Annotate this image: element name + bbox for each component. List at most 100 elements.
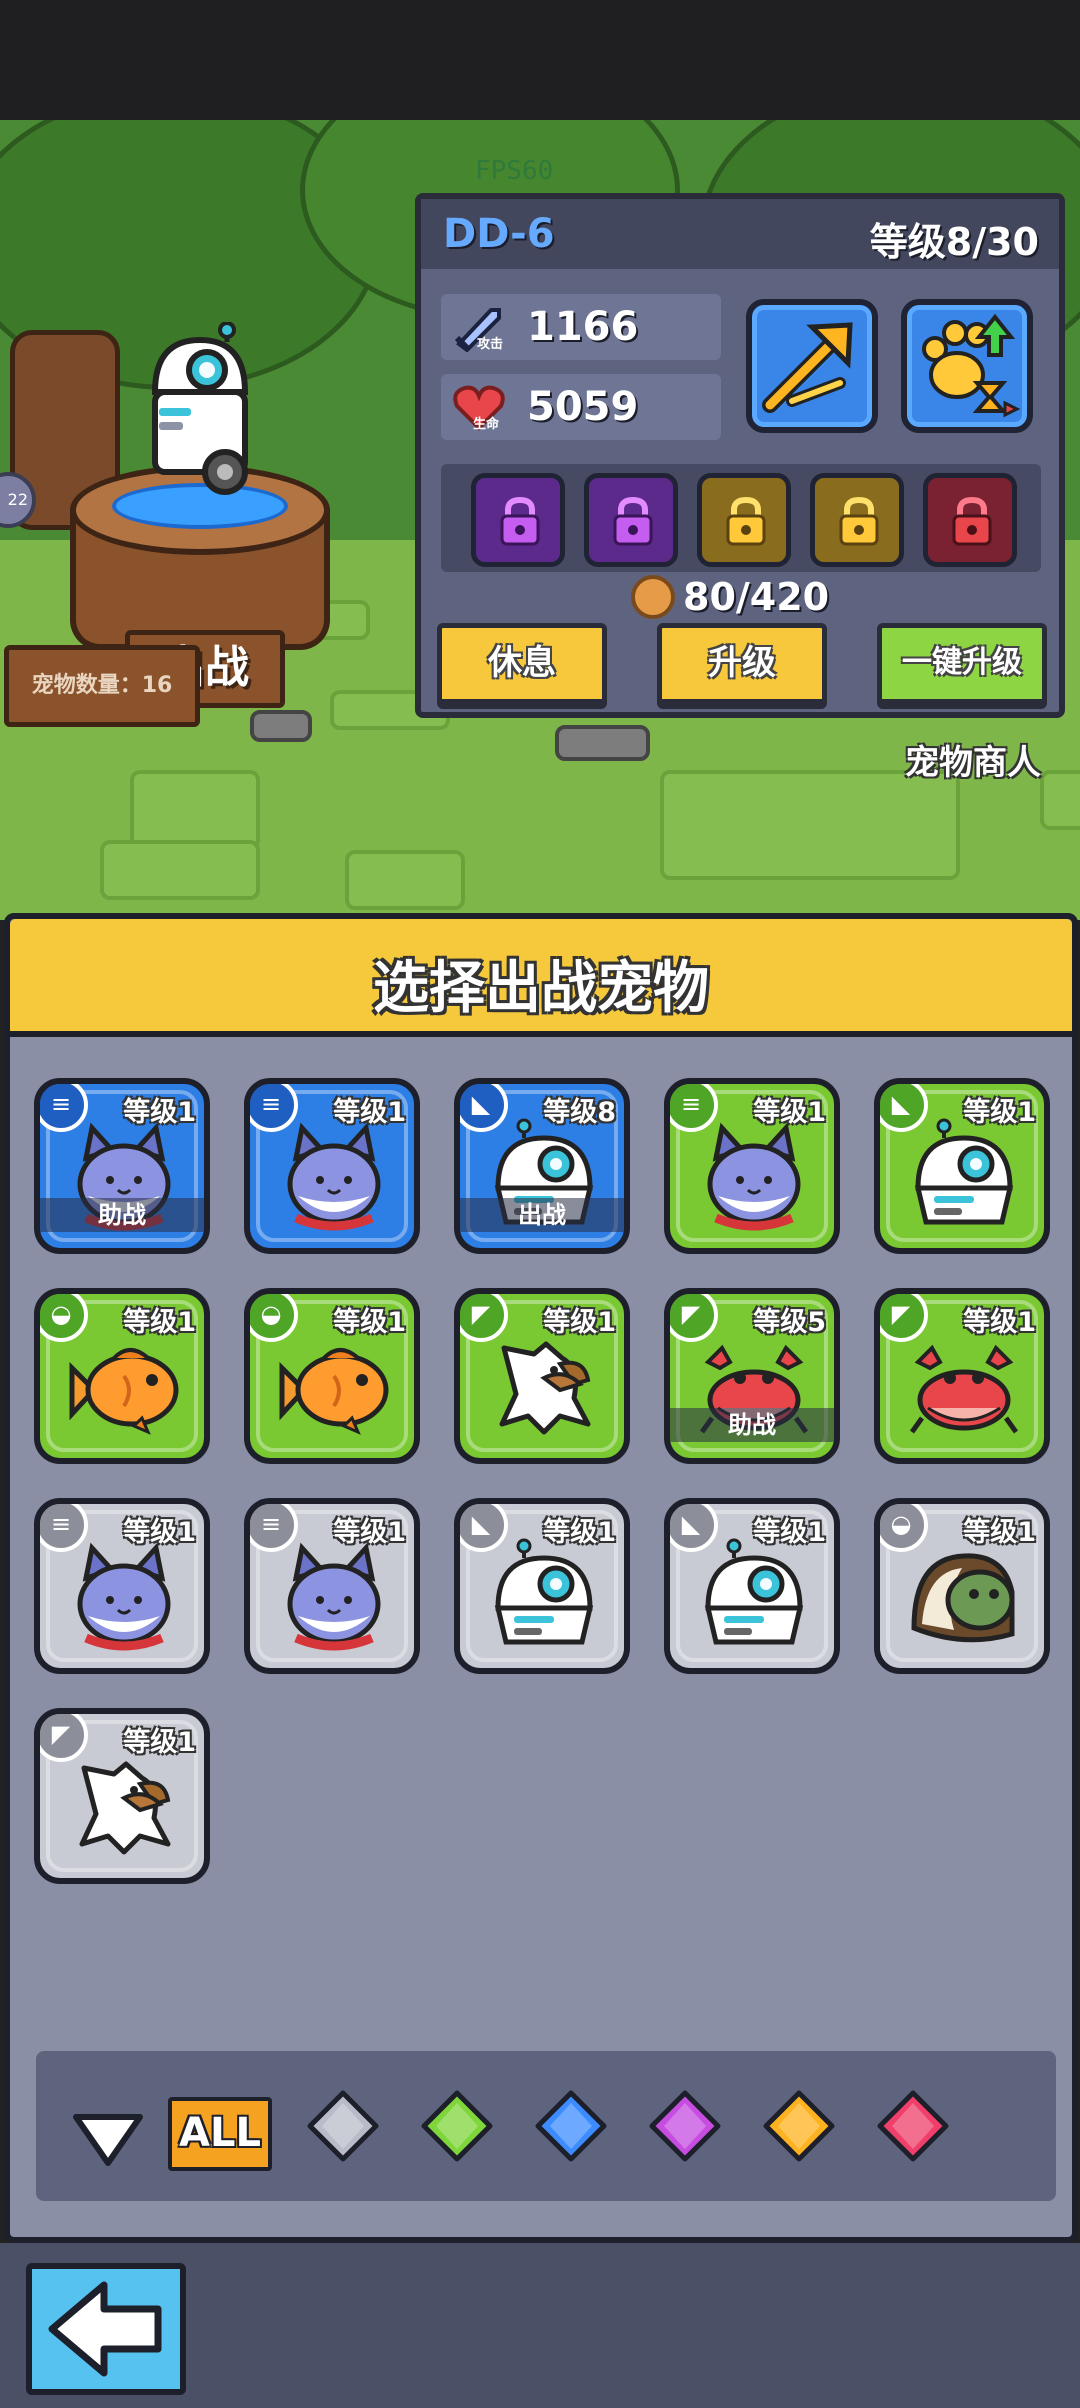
turtle-pet-icon — [904, 1538, 1024, 1658]
pet-card-level: 等级1 — [333, 1097, 406, 1128]
eagle-badge-icon: ◤ — [40, 1714, 88, 1762]
hp-value: 5059 — [527, 384, 639, 430]
pet-card[interactable]: ≡ 等级1 — [34, 1498, 210, 1674]
fps-counter: FPS60 — [475, 156, 554, 186]
pet-card[interactable]: ◒ 等级1 — [874, 1498, 1050, 1674]
pet-card-level: 等级1 — [123, 1097, 196, 1128]
crab-pet-icon — [904, 1328, 1024, 1448]
skill-slot-3[interactable] — [697, 473, 791, 567]
lock-icon — [952, 496, 992, 546]
coin-stack-badge-icon: ≡ — [250, 1084, 298, 1132]
skill-slot-1[interactable] — [471, 473, 565, 567]
robot-pet-icon[interactable] — [145, 322, 255, 502]
cat-pet-icon — [694, 1118, 814, 1238]
skill-slot-4[interactable] — [810, 473, 904, 567]
back-button[interactable] — [26, 2263, 186, 2395]
boost-button[interactable] — [746, 299, 878, 433]
pet-card-level: 等级1 — [963, 1097, 1036, 1128]
eagle-pet-icon — [484, 1328, 604, 1448]
rarity-gem-filter[interactable] — [420, 2089, 494, 2163]
pet-card-level: 等级1 — [753, 1517, 826, 1548]
paw-upgrade-icon — [922, 313, 1021, 418]
rarity-gem-filter[interactable] — [534, 2089, 608, 2163]
pet-card[interactable]: ◣ 等级1 — [664, 1498, 840, 1674]
status-bar — [0, 0, 1080, 120]
turtle-badge-icon: ◒ — [880, 1504, 928, 1552]
rarity-gem-filter[interactable] — [306, 2089, 380, 2163]
wolf-badge-icon: ◣ — [460, 1084, 508, 1132]
one-click-upgrade-button[interactable]: 一键升级 — [877, 623, 1047, 709]
eagle-badge-icon: ◤ — [670, 1294, 718, 1342]
pet-card[interactable]: ◒ 等级1 — [34, 1288, 210, 1464]
pet-card[interactable]: ◣ 等级8 出战 — [454, 1078, 630, 1254]
pet-card-level: 等级8 — [543, 1097, 616, 1128]
paw-upgrade-button[interactable] — [901, 299, 1033, 433]
pet-card[interactable]: ≡ 等级1 — [664, 1078, 840, 1254]
rock — [250, 710, 312, 742]
wolf-badge-icon: ◣ — [880, 1084, 928, 1132]
sword-icon: 攻击 — [454, 308, 503, 352]
lock-icon — [500, 496, 540, 546]
pet-card[interactable]: ≡ 等级1 — [244, 1498, 420, 1674]
pet-card[interactable]: ◣ 等级1 — [454, 1498, 630, 1674]
fish-pet-icon — [274, 1328, 394, 1448]
skill-slot-2[interactable] — [584, 473, 678, 567]
pet-card-level: 等级1 — [123, 1517, 196, 1548]
skill-slot-5[interactable] — [923, 473, 1017, 567]
select-header: 选择出战宠物 — [10, 919, 1072, 1037]
lock-icon — [613, 496, 653, 546]
robot-pet-icon — [484, 1538, 604, 1658]
wolf-badge-icon: ◣ — [670, 1504, 718, 1552]
pet-info-panel: DD-6 等级8/30 攻击 1166 生命 5059 80/420 休息 升级… — [415, 193, 1065, 718]
pet-card[interactable]: ◤ 等级5 助战 — [664, 1288, 840, 1464]
pet-card-level: 等级1 — [333, 1517, 406, 1548]
attack-value: 1166 — [527, 304, 639, 350]
pet-card-level: 等级1 — [333, 1307, 406, 1338]
pet-card[interactable]: ◣ 等级1 — [874, 1078, 1050, 1254]
robot-pet-icon — [694, 1538, 814, 1658]
pet-card-status: 助战 — [670, 1408, 834, 1442]
bottom-bar — [0, 2243, 1080, 2408]
filter-all-button[interactable]: ALL — [168, 2097, 272, 2171]
eagle-badge-icon: ◤ — [460, 1294, 508, 1342]
rarity-gem-filter[interactable] — [648, 2089, 722, 2163]
pet-card-level: 等级1 — [963, 1517, 1036, 1548]
lock-icon — [726, 496, 766, 546]
pet-card[interactable]: ≡ 等级1 — [244, 1078, 420, 1254]
heart-icon: 生命 — [453, 385, 505, 432]
eagle-badge-icon: ◤ — [880, 1294, 928, 1342]
pet-card-level: 等级1 — [543, 1307, 616, 1338]
eagle-pet-icon — [64, 1748, 184, 1868]
fish-pet-icon — [64, 1328, 184, 1448]
dropdown-triangle-icon[interactable] — [70, 2109, 146, 2169]
pet-card[interactable]: ◒ 等级1 — [244, 1288, 420, 1464]
rarity-gem-filter[interactable] — [762, 2089, 836, 2163]
wolf-badge-icon: ◣ — [460, 1504, 508, 1552]
hp-label: 生命 — [473, 416, 500, 432]
upgrade-button[interactable]: 升级 — [657, 623, 827, 709]
coin-icon — [631, 575, 675, 619]
pet-card[interactable]: ◤ 等级1 — [874, 1288, 1050, 1464]
coin-text: 80/420 — [683, 575, 830, 619]
pet-card[interactable]: ◤ 等级1 — [34, 1708, 210, 1884]
pet-card-level: 等级1 — [123, 1307, 196, 1338]
hp-stat: 生命 5059 — [441, 374, 721, 440]
pet-name: DD-6 — [443, 211, 555, 257]
coin-stack-badge-icon: ≡ — [40, 1084, 88, 1132]
pet-card-status: 助战 — [40, 1198, 204, 1232]
info-header: DD-6 等级8/30 — [421, 199, 1059, 269]
coin-stack-badge-icon: ≡ — [670, 1084, 718, 1132]
pet-card-status: 出战 — [460, 1198, 624, 1232]
pet-card[interactable]: ◤ 等级1 — [454, 1288, 630, 1464]
pet-card-level: 等级1 — [543, 1517, 616, 1548]
rarity-gem-filter[interactable] — [876, 2089, 950, 2163]
robot-pet-icon — [904, 1118, 1024, 1238]
pet-card[interactable]: ≡ 等级1 助战 — [34, 1078, 210, 1254]
back-arrow-icon — [48, 2281, 162, 2377]
pet-merchant-label[interactable]: 宠物商人 — [905, 735, 1041, 784]
lock-icon — [839, 496, 879, 546]
turtle-badge-icon: ◒ — [40, 1294, 88, 1342]
cat-pet-icon — [274, 1118, 394, 1238]
rarity-filter-bar: ALL — [36, 2051, 1056, 2201]
rest-button[interactable]: 休息 — [437, 623, 607, 709]
